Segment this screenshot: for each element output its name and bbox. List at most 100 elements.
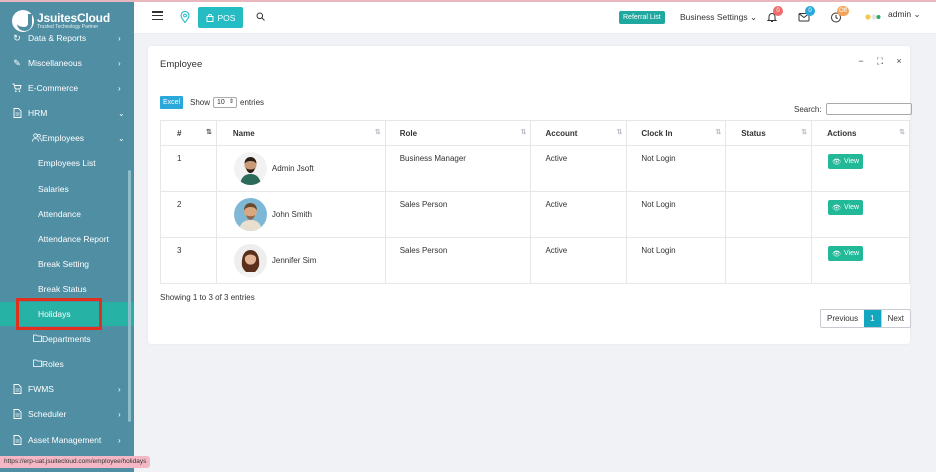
sort-icon: ⇅ (520, 129, 527, 136)
sort-icon: ⇅ (801, 129, 807, 136)
sidebar-item-employees[interactable]: Employees ⌄ (0, 128, 134, 148)
refresh-icon: ↻ (13, 33, 21, 43)
folder-icon (32, 334, 42, 344)
search-icon[interactable] (256, 12, 265, 21)
brand-logo[interactable]: JsuitesCloud Trusted Technology Partner (12, 8, 122, 34)
employee-account: Active (530, 145, 628, 192)
employee-status (725, 145, 813, 192)
row-index: 1 (160, 145, 217, 192)
view-button[interactable]: 👁 View (828, 154, 864, 169)
view-label: View (843, 250, 860, 257)
logo-mark-icon (12, 10, 34, 32)
column-header-role[interactable]: Role ⇅ (384, 120, 532, 146)
sidebar-item-label: Attendance Report (38, 234, 109, 244)
chevron-down-icon: ⌄ (913, 9, 921, 19)
chevron-down-icon: ⌄ (118, 133, 125, 143)
pos-button[interactable]: POS (198, 7, 243, 28)
chevron-right-icon: › (118, 409, 121, 419)
employee-table: # ⇅ Name ⇅ Role ⇅ Account ⇅ Clock In ⇅ Status… (160, 120, 910, 284)
business-settings-dropdown[interactable]: Business Settings ⌄ (680, 12, 757, 23)
cart-icon (12, 83, 22, 93)
column-header-status[interactable]: Status ⇅ (725, 120, 813, 146)
sidebar-item-label: Roles (42, 359, 64, 369)
user-status-icon (865, 14, 881, 20)
column-header-account[interactable]: Account ⇅ (530, 120, 628, 146)
document-icon (12, 108, 22, 118)
column-header-actions[interactable]: Actions ⇅ (811, 120, 910, 146)
column-header-index[interactable]: # ⇅ (160, 120, 217, 146)
close-icon[interactable]: × (894, 56, 904, 67)
notifications-badge: 0 (773, 6, 783, 16)
sort-icon: ⇅ (616, 129, 622, 136)
employee-role: Sales Person (384, 237, 532, 284)
pagination-page-1[interactable]: 1 (864, 310, 881, 327)
employee-role: Business Manager (384, 145, 532, 192)
referral-list-button[interactable]: Referral List (619, 11, 665, 24)
employee-card: Employee − ⛶ × Excel Show 10 entries Sea… (148, 46, 912, 344)
view-label: View (843, 204, 860, 211)
menu-toggle-icon[interactable] (152, 11, 163, 21)
employee-role: Sales Person (384, 191, 532, 238)
sidebar-item-salaries[interactable]: Salaries (0, 179, 134, 199)
sidebar-item-scheduler[interactable]: Scheduler › (0, 404, 134, 424)
employee-status (725, 191, 813, 238)
holidays-highlight-annotation (16, 298, 102, 330)
sidebar-item-break-status[interactable]: Break Status (0, 279, 134, 299)
actions-cell: 👁 View (811, 145, 910, 192)
sidebar-item-ecommerce[interactable]: E-Commerce › (0, 78, 134, 98)
card-title: Employee (160, 59, 203, 70)
sidebar-scrollbar[interactable] (128, 170, 131, 422)
pagination-previous-button[interactable]: Previous (821, 310, 864, 327)
sidebar-item-asset-management[interactable]: Asset Management › (0, 430, 134, 450)
employee-clock-in: Not Login (626, 191, 727, 238)
avatar (233, 198, 267, 231)
sidebar-item-hrm[interactable]: HRM ⌄ (0, 103, 134, 123)
sidebar-item-label: Data & Reports (28, 33, 87, 43)
column-header-name[interactable]: Name ⇅ (215, 120, 386, 146)
view-button[interactable]: 👁 View (828, 200, 864, 215)
sort-asc-icon: ⇅ (206, 129, 212, 136)
business-settings-label: Business Settings (680, 12, 748, 22)
sidebar-item-label: Employees (42, 133, 85, 143)
column-header-clock-in[interactable]: Clock In ⇅ (626, 120, 727, 146)
shopping-bag-icon (206, 13, 213, 22)
sidebar-item-roles[interactable]: Roles (0, 354, 134, 374)
entries-label: entries (240, 98, 265, 107)
employee-name: John Smith (271, 210, 312, 219)
name-cell: Jennifer Sim (215, 237, 386, 284)
minimize-icon[interactable]: − (856, 56, 866, 67)
eye-icon: 👁 (832, 158, 841, 166)
view-label: View (843, 158, 860, 165)
user-menu[interactable]: admin ⌄ (888, 9, 921, 20)
document-icon (12, 435, 22, 445)
expand-icon[interactable]: ⛶ (875, 56, 885, 67)
sort-icon: ⇅ (715, 129, 721, 136)
view-button[interactable]: 👁 View (828, 246, 864, 261)
sidebar-item-miscellaneous[interactable]: ✎ Miscellaneous › (0, 53, 134, 73)
entries-select[interactable]: 10 (213, 97, 238, 108)
sidebar-item-label: E-Commerce (28, 83, 79, 93)
location-pin-icon[interactable] (180, 11, 190, 23)
chevron-right-icon: › (118, 384, 121, 394)
sidebar-item-break-setting[interactable]: Break Setting (0, 254, 134, 274)
table-row: 3 Jennifer Sim Sales Person Active Not L… (160, 237, 910, 284)
pagination-next-button[interactable]: Next (880, 310, 910, 327)
messages-badge: 0 (805, 6, 815, 16)
table-info-text: Showing 1 to 3 of 3 entries (160, 293, 255, 302)
sidebar-item-attendance-report[interactable]: Attendance Report (0, 229, 134, 249)
employee-name: Jennifer Sim (271, 256, 317, 265)
sidebar-item-fwms[interactable]: FWMS › (0, 379, 134, 399)
sidebar-item-employees-list[interactable]: Employees List (0, 153, 134, 173)
sidebar-item-departments[interactable]: Departments (0, 329, 134, 349)
actions-cell: 👁 View (811, 237, 910, 284)
search-input[interactable] (826, 103, 912, 115)
browser-status-url: https://erp-uat.jsuitecloud.com/employee… (0, 456, 151, 468)
sidebar-item-label: Miscellaneous (28, 58, 82, 68)
name-cell: John Smith (215, 191, 386, 238)
sidebar-item-attendance[interactable]: Attendance (0, 204, 134, 224)
sidebar-item-label: HRM (28, 108, 48, 118)
card-tools: − ⛶ × (856, 56, 904, 67)
excel-export-button[interactable]: Excel (160, 96, 184, 109)
sidebar-item-label: Break Setting (38, 259, 90, 269)
eye-icon: 👁 (832, 250, 841, 258)
